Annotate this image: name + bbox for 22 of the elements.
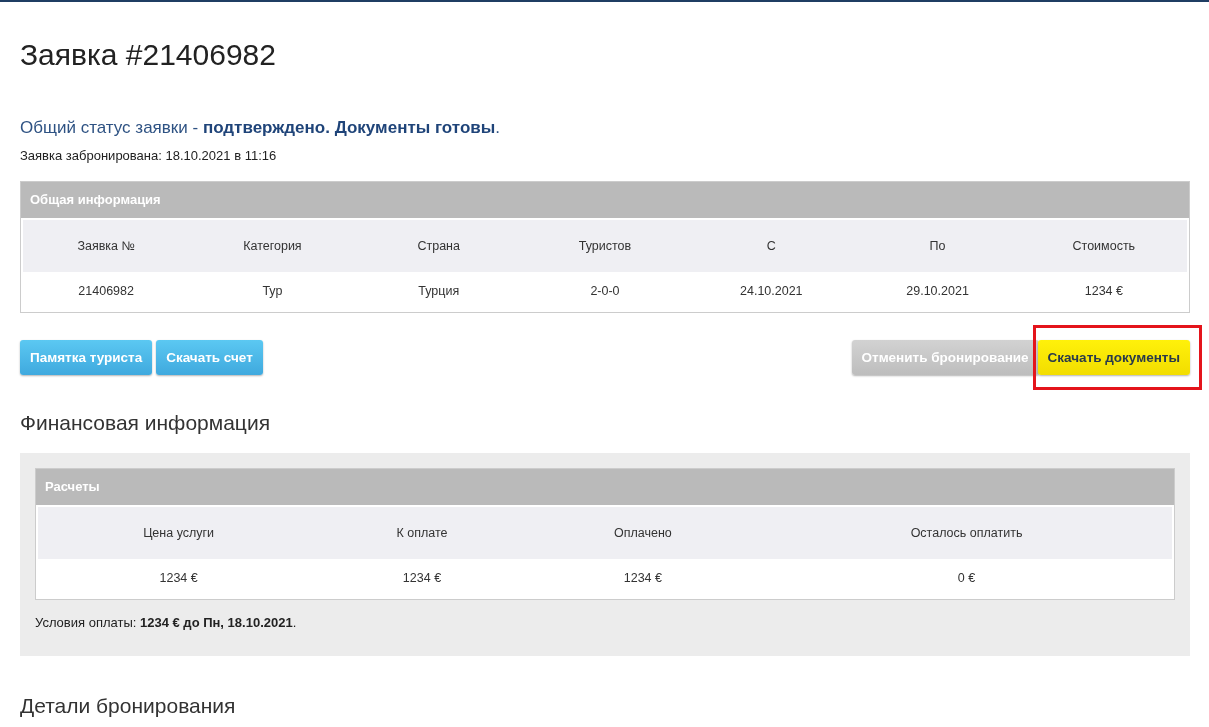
action-button[interactable]: Скачать счет: [156, 339, 263, 375]
column-header: Заявка №: [23, 220, 190, 272]
panel-header: Расчеты: [36, 469, 1174, 505]
panel-header: Общая информация: [21, 182, 1189, 218]
column-header: С: [688, 220, 855, 272]
column-header: К оплате: [319, 507, 525, 559]
status-text: Общий статус заявки - подтверждено. Документы готовы.: [20, 118, 501, 138]
action-button[interactable]: Скачать документы: [1037, 339, 1190, 375]
payment-conditions: Условия оплаты: 1234 € до Пн, 18.10.2021.: [35, 615, 298, 630]
column-header: Стоимость: [1020, 220, 1187, 272]
column-header: Страна: [355, 220, 522, 272]
column-header: Оплачено: [524, 507, 762, 559]
section-heading: Детали бронирования: [20, 694, 237, 718]
booked-text: Заявка забронирована: 18.10.2021 в 11:16: [20, 148, 278, 163]
column-header: Туристов: [521, 220, 689, 272]
column-header: Категория: [189, 220, 356, 272]
column-header: Осталось оплатить: [761, 507, 1172, 559]
page-title: Заявка #21406982: [20, 37, 277, 72]
action-button[interactable]: Памятка туриста: [20, 339, 153, 375]
column-header: По: [854, 220, 1021, 272]
section-heading: Финансовая информация: [20, 411, 271, 435]
column-header: Цена услуги: [38, 507, 320, 559]
